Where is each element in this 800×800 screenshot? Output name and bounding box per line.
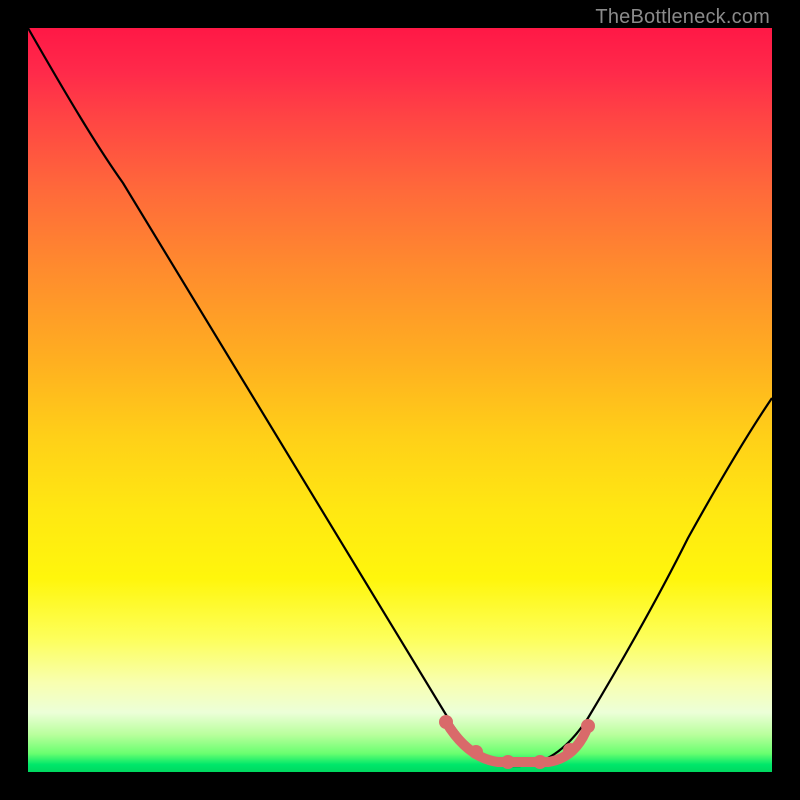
optimal-marker (581, 719, 595, 733)
optimal-marker (501, 755, 515, 769)
plot-area (28, 28, 772, 772)
curve-svg (28, 28, 772, 772)
chart-container: TheBottleneck.com (0, 0, 800, 800)
optimal-marker (439, 715, 453, 729)
bottleneck-curve (28, 28, 772, 766)
optimal-marker (469, 745, 483, 759)
optimal-marker (563, 743, 577, 757)
optimal-marker (533, 755, 547, 769)
watermark-text: TheBottleneck.com (595, 6, 770, 29)
